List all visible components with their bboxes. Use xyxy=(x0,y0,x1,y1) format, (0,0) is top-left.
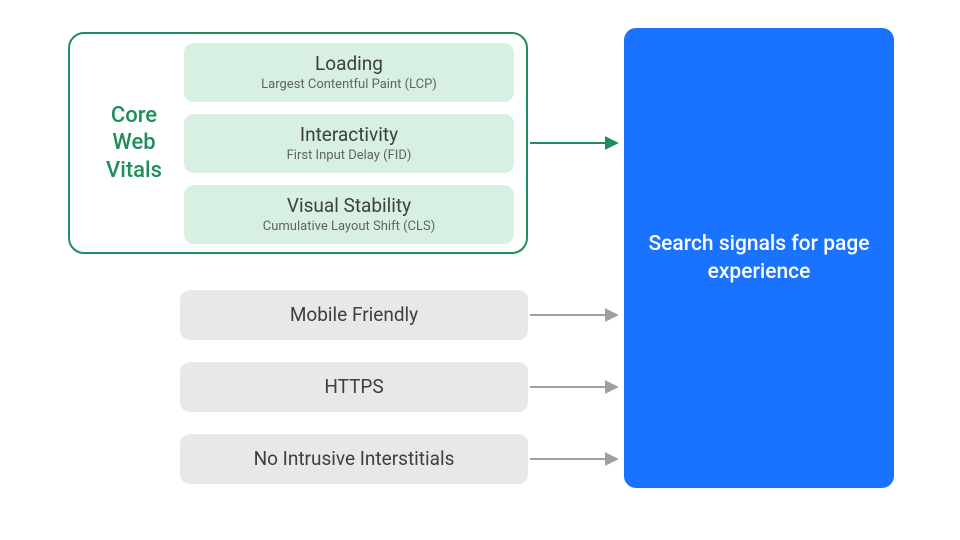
search-signals-text: Search signals for page experience xyxy=(644,230,874,287)
core-web-vitals-label-line3: Vitals xyxy=(106,158,162,183)
vital-stability-subtitle: Cumulative Layout Shift (CLS) xyxy=(194,219,504,234)
core-web-vitals-items: Loading Largest Contentful Paint (LCP) I… xyxy=(184,43,514,244)
diagram-canvas: Core Web Vitals Loading Largest Contentf… xyxy=(0,0,960,540)
core-web-vitals-group: Core Web Vitals Loading Largest Contentf… xyxy=(68,32,528,254)
vital-stability: Visual Stability Cumulative Layout Shift… xyxy=(184,185,514,244)
vital-loading-subtitle: Largest Contentful Paint (LCP) xyxy=(194,77,504,92)
vital-interactivity-title: Interactivity xyxy=(194,123,504,146)
vital-interactivity-subtitle: First Input Delay (FID) xyxy=(194,148,504,163)
core-web-vitals-label-line1: Core xyxy=(111,103,157,128)
signal-https: HTTPS xyxy=(180,362,528,412)
core-web-vitals-label-line2: Web xyxy=(112,130,155,155)
signal-no-intrusive-interstitials: No Intrusive Interstitials xyxy=(180,434,528,484)
search-signals-box: Search signals for page experience xyxy=(624,28,894,488)
vital-stability-title: Visual Stability xyxy=(194,194,504,217)
vital-loading-title: Loading xyxy=(194,52,504,75)
signal-mobile-friendly-title: Mobile Friendly xyxy=(290,303,418,326)
core-web-vitals-label: Core Web Vitals xyxy=(84,102,184,185)
signal-mobile-friendly: Mobile Friendly xyxy=(180,290,528,340)
signal-https-title: HTTPS xyxy=(324,375,383,398)
vital-loading: Loading Largest Contentful Paint (LCP) xyxy=(184,43,514,102)
signal-no-intrusive-interstitials-title: No Intrusive Interstitials xyxy=(254,447,455,470)
vital-interactivity: Interactivity First Input Delay (FID) xyxy=(184,114,514,173)
